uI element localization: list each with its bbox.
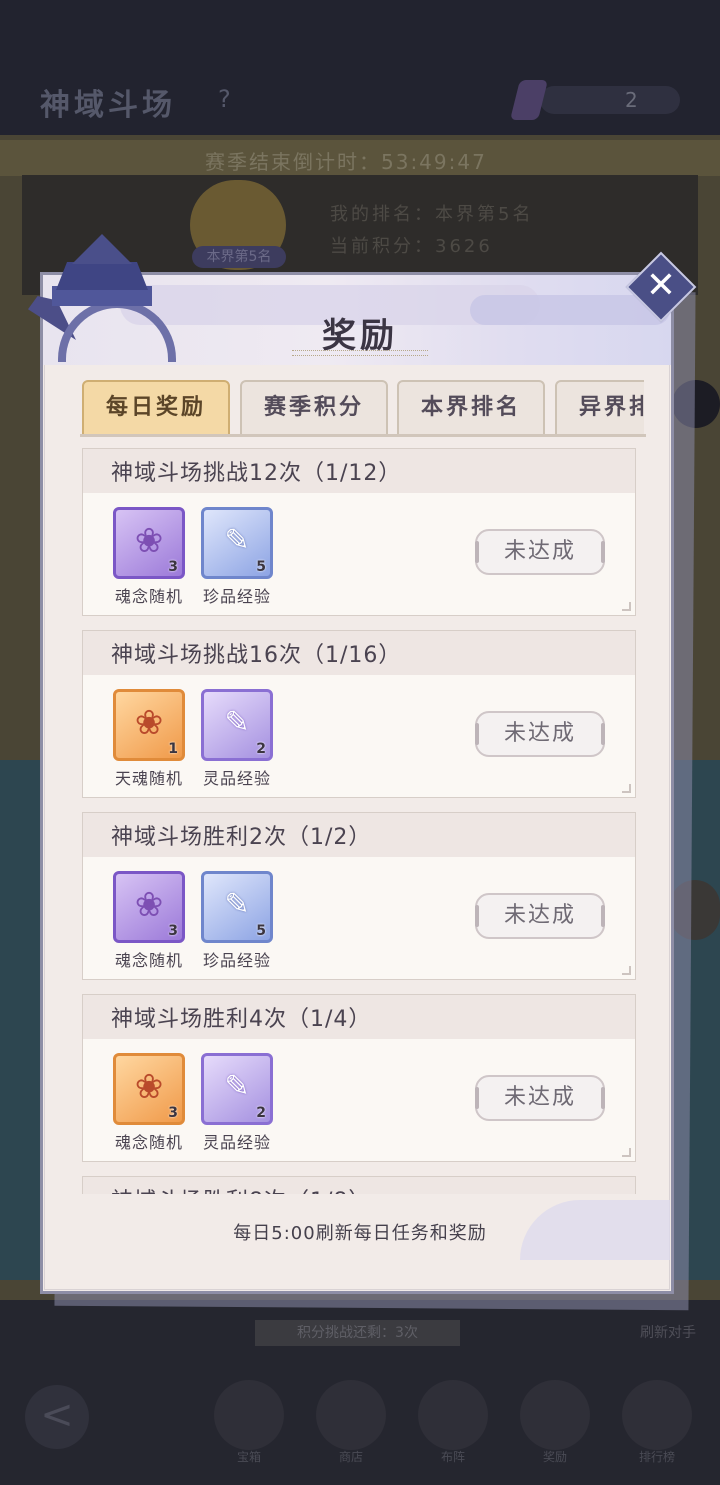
reward-name: 魂念随机 (114, 951, 183, 970)
task-header: 神域斗场挑战12次（1/12） (83, 449, 635, 493)
reward-item[interactable]: ❀ 1 (113, 689, 185, 761)
pagoda-decoration-icon (56, 262, 148, 290)
back-button[interactable]: < (25, 1385, 89, 1449)
currency-value: 2 (625, 88, 638, 112)
status-button[interactable]: 未达成 (475, 1075, 605, 1121)
task-title: 神域斗场胜利4次（1/4） (111, 1007, 372, 1032)
reward-name: 珍品经验 (202, 587, 271, 606)
task-title: 神域斗场胜利8次（1/8） (111, 1183, 371, 1194)
corner-ornament (622, 784, 631, 793)
title-ornament (292, 350, 428, 356)
reward-name: 灵品经验 (202, 769, 271, 788)
task-header: 神域斗场胜利8次（1/8） (83, 1177, 635, 1194)
currency-bar (540, 86, 680, 114)
nav-label: 排行榜 (638, 1450, 675, 1464)
my-score-text: 当前积分：3626 (330, 236, 493, 257)
rank-label: 本界第5名 (192, 246, 286, 268)
my-rank-text: 我的排名：本界第5名 (330, 204, 534, 225)
reward-count: 2 (256, 741, 266, 757)
task-title: 神域斗场挑战16次（1/16） (111, 643, 402, 668)
season-countdown: 赛季结束倒计时：53:49:47 (205, 150, 487, 174)
nav-rewards-button[interactable] (520, 1380, 590, 1450)
reward-item[interactable]: ❀ 3 (113, 507, 185, 579)
task-header: 神域斗场胜利4次（1/4） (83, 995, 635, 1039)
reward-name: 珍品经验 (202, 951, 271, 970)
task-card: 神域斗场挑战16次（1/16） ❀ 1 天魂随机 ✎ 2 灵品经验 未达成 (82, 630, 636, 798)
nav-leaderboard-button[interactable] (622, 1380, 692, 1450)
status-button[interactable]: 未达成 (475, 893, 605, 939)
nav-chest-button[interactable] (214, 1380, 284, 1450)
status-button[interactable]: 未达成 (475, 711, 605, 757)
challenge-remaining: 积分挑战还剩：3次 (255, 1320, 460, 1346)
corner-ornament (622, 1148, 631, 1157)
task-card: 神域斗场胜利4次（1/4） ❀ 3 魂念随机 ✎ 2 灵品经验 未达成 (82, 994, 636, 1162)
reward-count: 1 (168, 741, 178, 757)
reward-item[interactable]: ✎ 2 (201, 1053, 273, 1125)
task-card: 神域斗场胜利2次（1/2） ❀ 3 魂念随机 ✎ 5 珍品经验 未达成 (82, 812, 636, 980)
reward-item[interactable]: ❀ 3 (113, 1053, 185, 1125)
reward-count: 2 (256, 1105, 266, 1121)
close-icon[interactable]: ✕ (636, 258, 686, 314)
task-header: 神域斗场胜利2次（1/2） (83, 813, 635, 857)
status-button[interactable]: 未达成 (475, 529, 605, 575)
refresh-note: 每日5:00刷新每日任务和奖励 (233, 1223, 487, 1244)
reward-count: 5 (256, 559, 266, 575)
reward-item[interactable]: ✎ 2 (201, 689, 273, 761)
reward-name: 魂念随机 (114, 587, 183, 606)
task-header: 神域斗场挑战16次（1/16） (83, 631, 635, 675)
reward-count: 3 (168, 559, 178, 575)
nav-shop-button[interactable] (316, 1380, 386, 1450)
reward-count: 3 (168, 923, 178, 939)
reward-name: 灵品经验 (202, 1133, 271, 1152)
nav-label: 布阵 (440, 1450, 465, 1464)
reward-item[interactable]: ✎ 5 (201, 871, 273, 943)
task-title: 神域斗场挑战12次（1/12） (111, 461, 402, 486)
arena-title: 神域斗场 (40, 88, 176, 123)
reward-name: 天魂随机 (114, 769, 183, 788)
corner-ornament (622, 602, 631, 611)
task-title: 神域斗场胜利2次（1/2） (111, 825, 372, 850)
nav-formation-button[interactable] (418, 1380, 488, 1450)
tab-underline (80, 434, 646, 437)
reward-item[interactable]: ❀ 3 (113, 871, 185, 943)
nav-label: 宝箱 (236, 1450, 261, 1464)
help-icon[interactable]: ? (218, 85, 231, 113)
nav-label: 商店 (338, 1450, 363, 1464)
reward-count: 5 (256, 923, 266, 939)
task-card: 神域斗场挑战12次（1/12） ❀ 3 魂念随机 ✎ 5 珍品经验 未达成 (82, 448, 636, 616)
reward-name: 魂念随机 (114, 1133, 183, 1152)
refresh-opponents-label[interactable]: 刷新对手 (640, 1322, 696, 1342)
task-list[interactable]: 神域斗场挑战12次（1/12） ❀ 3 魂念随机 ✎ 5 珍品经验 未达成 神域… (80, 448, 640, 1194)
task-card: 神域斗场胜利8次（1/8） (82, 1176, 636, 1194)
reward-count: 3 (168, 1105, 178, 1121)
corner-ornament (622, 966, 631, 975)
reward-item[interactable]: ✎ 5 (201, 507, 273, 579)
nav-label: 奖励 (542, 1450, 567, 1464)
